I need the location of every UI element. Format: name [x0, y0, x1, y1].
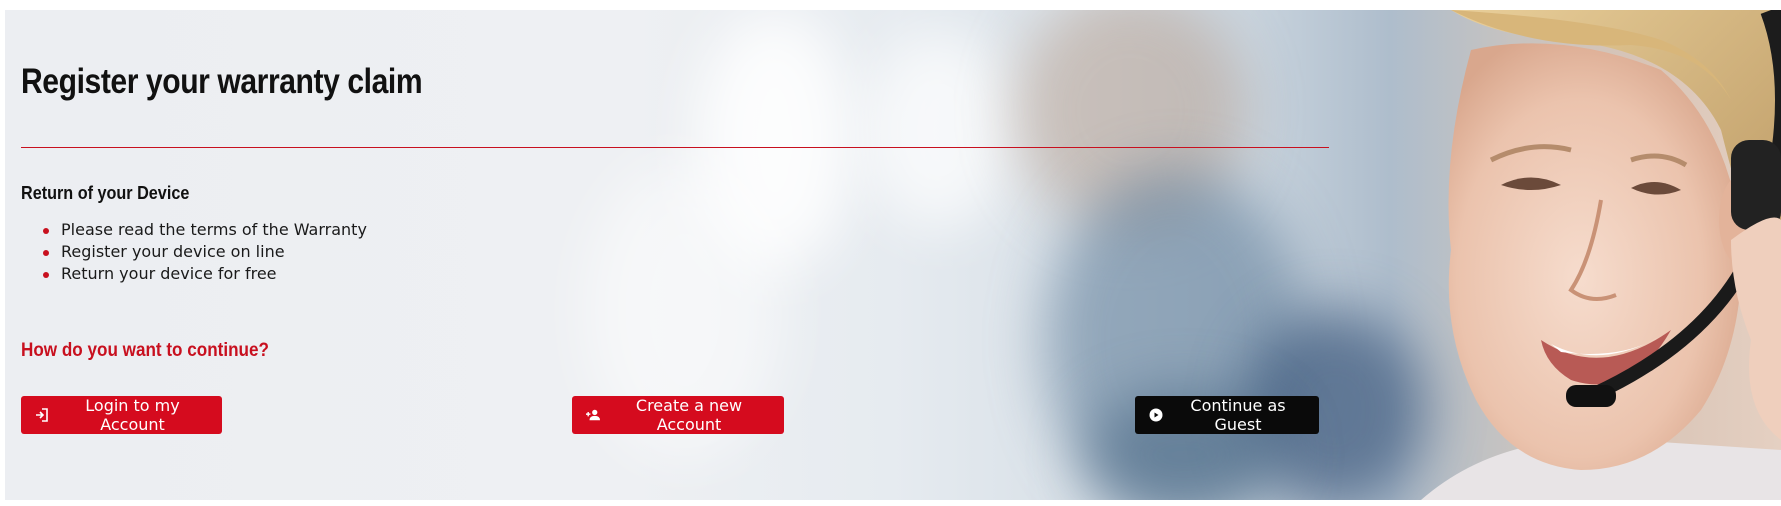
login-button-label: Login to my Account: [85, 396, 180, 434]
login-icon: [35, 408, 49, 422]
create-account-button-label: Create a new Account: [635, 396, 743, 434]
warranty-content: Register your warranty claim Return of y…: [21, 10, 1341, 500]
hero-banner: Register your warranty claim Return of y…: [5, 10, 1781, 500]
title-divider: [21, 147, 1329, 148]
continue-as-guest-button[interactable]: Continue as Guest: [1135, 396, 1319, 434]
list-item: Register your device on line: [43, 241, 367, 263]
list-item: Return your device for free: [43, 263, 367, 285]
continue-as-guest-button-label: Continue as Guest: [1190, 396, 1286, 434]
add-user-icon: [586, 408, 600, 422]
section-title: Return of your Device: [21, 183, 190, 203]
page-title: Register your warranty claim: [21, 62, 423, 101]
support-agent-photo: [1421, 10, 1781, 500]
play-circle-icon: [1149, 408, 1163, 422]
list-item: Please read the terms of the Warranty: [43, 220, 367, 239]
login-button[interactable]: Login to my Account: [21, 396, 222, 434]
create-account-button[interactable]: Create a new Account: [572, 396, 784, 434]
continue-question: How do you want to continue?: [21, 340, 269, 361]
steps-list: Please read the terms of the Warranty Re…: [43, 219, 367, 285]
